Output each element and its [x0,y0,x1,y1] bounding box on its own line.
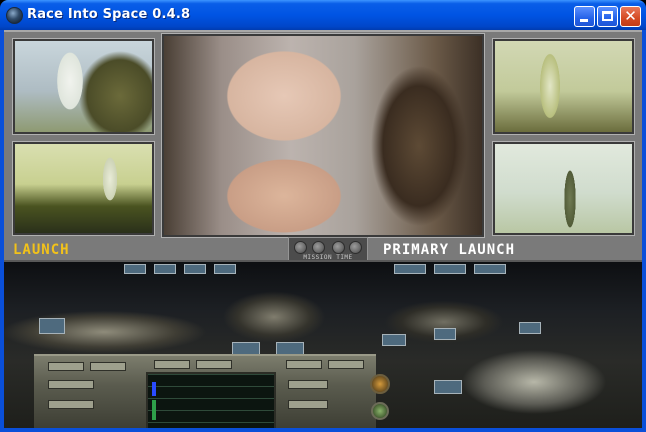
minimize-button[interactable] [574,6,595,27]
monitor [474,264,506,274]
monitor [154,264,176,274]
monitor [434,328,456,340]
dial-icon [332,241,345,254]
dial-icon [294,241,307,254]
window-title: Race Into Space 0.4.8 [27,7,191,22]
window-border-right [642,30,646,432]
maximize-button[interactable] [597,6,618,27]
console-display [146,372,276,428]
mission-step-label: PRIMARY LAUNCH [383,242,516,258]
monitor [434,380,462,394]
video-feed-bottom-right [492,141,635,236]
lamp-icon [370,374,390,394]
console-key [48,400,94,409]
dial-icon [312,241,325,254]
launch-status-label: LAUNCH [13,242,70,258]
dial-icon [349,241,362,254]
close-button[interactable]: ✕ [620,6,641,27]
mission-control-room [4,260,642,428]
display-bar [152,400,156,420]
console-key [288,380,328,389]
console-key [196,360,232,369]
video-feed-bottom-left [12,141,155,236]
video-feed-top-right [492,38,635,135]
window-titlebar[interactable]: Race Into Space 0.4.8 ✕ [0,0,646,30]
console-key [154,360,190,369]
mission-time-indicator: MISSION TIME [288,237,368,262]
maximize-icon [602,11,613,21]
console-key [48,380,94,389]
game-screen[interactable]: LAUNCH MISSION TIME PRIMARY LAUNCH [4,30,642,428]
monitor [124,264,146,274]
app-icon[interactable] [6,7,23,24]
monitor [519,322,541,334]
console-key [288,400,328,409]
window-border-bottom [0,428,646,432]
monitor [434,264,466,274]
monitor [39,318,65,334]
video-feed-main [161,33,485,238]
close-icon: ✕ [624,7,637,25]
monitor [184,264,206,274]
console-key [286,360,322,369]
console-key [48,362,84,371]
video-feed-top-left [12,38,155,135]
launch-video-panel: LAUNCH MISSION TIME PRIMARY LAUNCH [4,30,642,262]
console-key [90,362,126,371]
lamp-icon [371,402,389,420]
display-bar [152,382,156,396]
monitor [394,264,426,274]
monitor [382,334,406,346]
minimize-icon [580,19,588,22]
control-console [34,354,376,428]
console-key [328,360,364,369]
monitor [214,264,236,274]
